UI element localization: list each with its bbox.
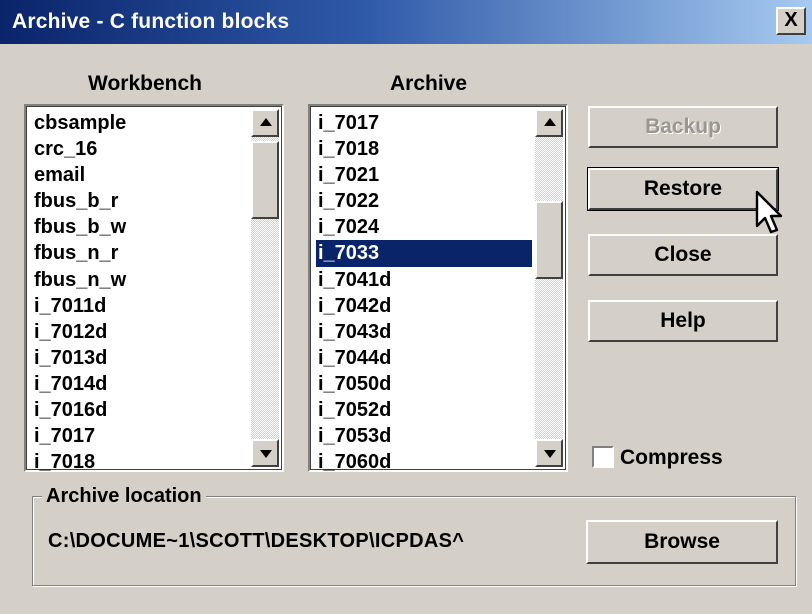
workbench-scroll-up-button[interactable] [251,109,279,137]
workbench-items: cbsample crc_16 email fbus_b_r fbus_b_w fbus_… [32,110,248,475]
list-item[interactable]: fbus_n_w [32,267,248,293]
window-title: Archive - C function blocks [12,10,290,33]
archive-scroll-thumb[interactable] [535,201,563,279]
help-button[interactable]: Help [588,300,778,342]
workbench-scrollbar[interactable] [251,109,279,467]
archive-items: i_7017 i_7018 i_7021 i_7022 i_7024 i_7033 i_70… [316,110,532,475]
down-arrow-icon [260,450,272,458]
list-item[interactable]: i_7013d [32,345,248,371]
list-item[interactable]: i_7043d [316,319,532,345]
list-item[interactable]: i_7011d [32,293,248,319]
list-item[interactable]: i_7050d [316,371,532,397]
archive-heading: Archive [390,72,468,95]
archive-dialog: Archive - C function blocks X Workbench … [0,0,812,614]
restore-button[interactable]: Restore [587,167,779,211]
up-arrow-icon [260,118,272,126]
list-item[interactable]: i_7024 [316,214,532,240]
title-bar[interactable]: Archive - C function blocks X [0,0,812,44]
list-item[interactable]: i_7018 [32,449,248,475]
list-item[interactable]: i_7018 [316,136,532,162]
list-item[interactable]: i_7060d [316,449,532,475]
list-item[interactable]: i_7052d [316,397,532,423]
list-item[interactable]: i_7021 [316,162,532,188]
list-item[interactable]: i_7033 [316,240,532,267]
archive-scroll-down-button[interactable] [535,439,563,467]
list-item[interactable]: i_7041d [316,267,532,293]
list-item[interactable]: email [32,162,248,188]
down-arrow-icon [544,450,556,458]
backup-button[interactable]: Backup [588,106,778,148]
browse-button[interactable]: Browse [586,520,778,564]
archive-location-label: Archive location [42,485,206,508]
list-item[interactable]: i_7017 [316,110,532,136]
compress-label: Compress [620,446,723,469]
compress-checkbox[interactable] [592,446,614,468]
list-item[interactable]: i_7053d [316,423,532,449]
list-item[interactable]: i_7016d [32,397,248,423]
list-item[interactable]: fbus_b_r [32,188,248,214]
list-item[interactable]: crc_16 [32,136,248,162]
workbench-scroll-down-button[interactable] [251,439,279,467]
list-item[interactable]: cbsample [32,110,248,136]
archive-list[interactable]: i_7017 i_7018 i_7021 i_7022 i_7024 i_7033 i_70… [308,104,568,475]
list-item[interactable]: i_7042d [316,293,532,319]
workbench-scroll-thumb[interactable] [251,141,279,219]
archive-scroll-up-button[interactable] [535,109,563,137]
list-item[interactable]: fbus_n_r [32,240,248,266]
archive-scrollbar[interactable] [535,109,563,467]
list-item[interactable]: i_7017 [32,423,248,449]
up-arrow-icon [544,118,556,126]
close-button[interactable]: Close [588,234,778,276]
workbench-heading: Workbench [88,72,202,95]
list-item[interactable]: fbus_b_w [32,214,248,240]
arrow-cursor-icon [755,190,783,234]
workbench-list[interactable]: cbsample crc_16 email fbus_b_r fbus_b_w fbus_… [24,104,284,475]
list-item[interactable]: i_7014d [32,371,248,397]
list-item[interactable]: i_7022 [316,188,532,214]
close-window-button[interactable]: X [776,7,806,35]
list-item[interactable]: i_7044d [316,345,532,371]
archive-path: C:\DOCUME~1\SCOTT\DESKTOP\ICPDAS^ [48,530,465,552]
list-item[interactable]: i_7012d [32,319,248,345]
